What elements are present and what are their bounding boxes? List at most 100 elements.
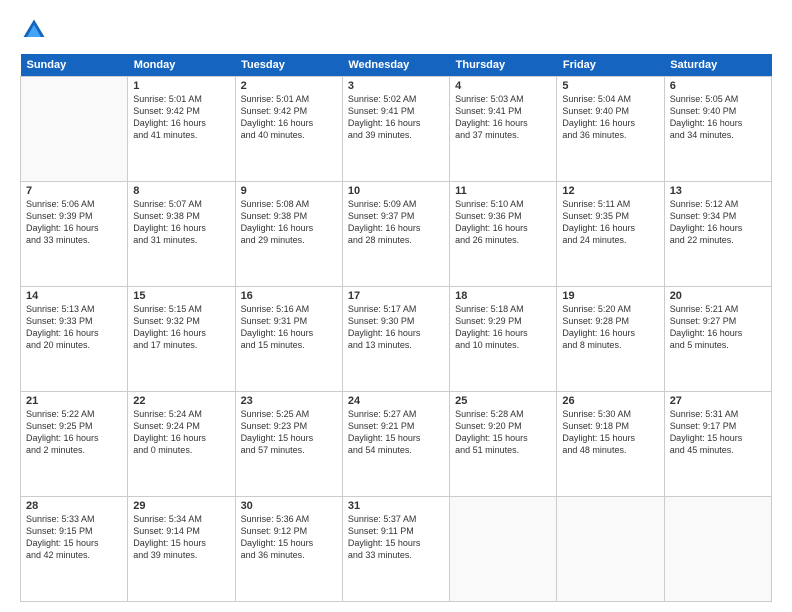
day-info: Sunrise: 5:28 AM Sunset: 9:20 PM Dayligh… bbox=[455, 408, 551, 457]
day-number: 24 bbox=[348, 395, 444, 407]
calendar-cell: 20Sunrise: 5:21 AM Sunset: 9:27 PM Dayli… bbox=[664, 287, 771, 392]
day-info: Sunrise: 5:01 AM Sunset: 9:42 PM Dayligh… bbox=[241, 93, 337, 142]
calendar-cell bbox=[664, 497, 771, 602]
day-info: Sunrise: 5:36 AM Sunset: 9:12 PM Dayligh… bbox=[241, 513, 337, 562]
day-number: 4 bbox=[455, 80, 551, 92]
calendar-cell: 8Sunrise: 5:07 AM Sunset: 9:38 PM Daylig… bbox=[128, 182, 235, 287]
day-info: Sunrise: 5:12 AM Sunset: 9:34 PM Dayligh… bbox=[670, 198, 766, 247]
calendar-header-friday: Friday bbox=[557, 54, 664, 77]
day-info: Sunrise: 5:10 AM Sunset: 9:36 PM Dayligh… bbox=[455, 198, 551, 247]
day-info: Sunrise: 5:24 AM Sunset: 9:24 PM Dayligh… bbox=[133, 408, 229, 457]
calendar-cell: 2Sunrise: 5:01 AM Sunset: 9:42 PM Daylig… bbox=[235, 77, 342, 182]
day-number: 3 bbox=[348, 80, 444, 92]
day-info: Sunrise: 5:16 AM Sunset: 9:31 PM Dayligh… bbox=[241, 303, 337, 352]
day-info: Sunrise: 5:11 AM Sunset: 9:35 PM Dayligh… bbox=[562, 198, 658, 247]
day-number: 25 bbox=[455, 395, 551, 407]
calendar-cell: 27Sunrise: 5:31 AM Sunset: 9:17 PM Dayli… bbox=[664, 392, 771, 497]
day-number: 2 bbox=[241, 80, 337, 92]
day-number: 9 bbox=[241, 185, 337, 197]
calendar-cell: 9Sunrise: 5:08 AM Sunset: 9:38 PM Daylig… bbox=[235, 182, 342, 287]
day-number: 14 bbox=[26, 290, 122, 302]
day-info: Sunrise: 5:21 AM Sunset: 9:27 PM Dayligh… bbox=[670, 303, 766, 352]
page: SundayMondayTuesdayWednesdayThursdayFrid… bbox=[0, 0, 792, 612]
calendar-header-monday: Monday bbox=[128, 54, 235, 77]
calendar-header-thursday: Thursday bbox=[450, 54, 557, 77]
calendar-header-saturday: Saturday bbox=[664, 54, 771, 77]
calendar-cell: 30Sunrise: 5:36 AM Sunset: 9:12 PM Dayli… bbox=[235, 497, 342, 602]
day-number: 12 bbox=[562, 185, 658, 197]
day-number: 8 bbox=[133, 185, 229, 197]
calendar-cell: 3Sunrise: 5:02 AM Sunset: 9:41 PM Daylig… bbox=[342, 77, 449, 182]
day-number: 13 bbox=[670, 185, 766, 197]
day-number: 19 bbox=[562, 290, 658, 302]
logo bbox=[20, 16, 52, 44]
day-number: 17 bbox=[348, 290, 444, 302]
calendar-cell: 14Sunrise: 5:13 AM Sunset: 9:33 PM Dayli… bbox=[21, 287, 128, 392]
day-number: 20 bbox=[670, 290, 766, 302]
calendar-cell: 18Sunrise: 5:18 AM Sunset: 9:29 PM Dayli… bbox=[450, 287, 557, 392]
day-number: 22 bbox=[133, 395, 229, 407]
day-number: 30 bbox=[241, 500, 337, 512]
header bbox=[20, 16, 772, 44]
day-info: Sunrise: 5:08 AM Sunset: 9:38 PM Dayligh… bbox=[241, 198, 337, 247]
calendar-week-2: 7Sunrise: 5:06 AM Sunset: 9:39 PM Daylig… bbox=[21, 182, 772, 287]
calendar-cell bbox=[21, 77, 128, 182]
day-number: 11 bbox=[455, 185, 551, 197]
day-number: 16 bbox=[241, 290, 337, 302]
day-number: 5 bbox=[562, 80, 658, 92]
calendar-cell: 7Sunrise: 5:06 AM Sunset: 9:39 PM Daylig… bbox=[21, 182, 128, 287]
day-info: Sunrise: 5:15 AM Sunset: 9:32 PM Dayligh… bbox=[133, 303, 229, 352]
calendar-week-3: 14Sunrise: 5:13 AM Sunset: 9:33 PM Dayli… bbox=[21, 287, 772, 392]
day-info: Sunrise: 5:37 AM Sunset: 9:11 PM Dayligh… bbox=[348, 513, 444, 562]
day-info: Sunrise: 5:01 AM Sunset: 9:42 PM Dayligh… bbox=[133, 93, 229, 142]
calendar-cell: 12Sunrise: 5:11 AM Sunset: 9:35 PM Dayli… bbox=[557, 182, 664, 287]
day-info: Sunrise: 5:31 AM Sunset: 9:17 PM Dayligh… bbox=[670, 408, 766, 457]
calendar-cell: 16Sunrise: 5:16 AM Sunset: 9:31 PM Dayli… bbox=[235, 287, 342, 392]
calendar-cell: 29Sunrise: 5:34 AM Sunset: 9:14 PM Dayli… bbox=[128, 497, 235, 602]
day-number: 26 bbox=[562, 395, 658, 407]
calendar-cell: 22Sunrise: 5:24 AM Sunset: 9:24 PM Dayli… bbox=[128, 392, 235, 497]
day-number: 28 bbox=[26, 500, 122, 512]
day-number: 29 bbox=[133, 500, 229, 512]
calendar-cell: 19Sunrise: 5:20 AM Sunset: 9:28 PM Dayli… bbox=[557, 287, 664, 392]
day-info: Sunrise: 5:20 AM Sunset: 9:28 PM Dayligh… bbox=[562, 303, 658, 352]
day-info: Sunrise: 5:04 AM Sunset: 9:40 PM Dayligh… bbox=[562, 93, 658, 142]
calendar-cell: 15Sunrise: 5:15 AM Sunset: 9:32 PM Dayli… bbox=[128, 287, 235, 392]
day-number: 18 bbox=[455, 290, 551, 302]
calendar: SundayMondayTuesdayWednesdayThursdayFrid… bbox=[20, 54, 772, 602]
calendar-cell: 5Sunrise: 5:04 AM Sunset: 9:40 PM Daylig… bbox=[557, 77, 664, 182]
day-info: Sunrise: 5:27 AM Sunset: 9:21 PM Dayligh… bbox=[348, 408, 444, 457]
calendar-cell: 25Sunrise: 5:28 AM Sunset: 9:20 PM Dayli… bbox=[450, 392, 557, 497]
day-info: Sunrise: 5:06 AM Sunset: 9:39 PM Dayligh… bbox=[26, 198, 122, 247]
day-number: 10 bbox=[348, 185, 444, 197]
calendar-cell: 17Sunrise: 5:17 AM Sunset: 9:30 PM Dayli… bbox=[342, 287, 449, 392]
day-number: 23 bbox=[241, 395, 337, 407]
calendar-cell bbox=[557, 497, 664, 602]
day-info: Sunrise: 5:34 AM Sunset: 9:14 PM Dayligh… bbox=[133, 513, 229, 562]
day-number: 27 bbox=[670, 395, 766, 407]
calendar-week-5: 28Sunrise: 5:33 AM Sunset: 9:15 PM Dayli… bbox=[21, 497, 772, 602]
calendar-cell: 21Sunrise: 5:22 AM Sunset: 9:25 PM Dayli… bbox=[21, 392, 128, 497]
calendar-cell: 11Sunrise: 5:10 AM Sunset: 9:36 PM Dayli… bbox=[450, 182, 557, 287]
day-info: Sunrise: 5:17 AM Sunset: 9:30 PM Dayligh… bbox=[348, 303, 444, 352]
day-info: Sunrise: 5:03 AM Sunset: 9:41 PM Dayligh… bbox=[455, 93, 551, 142]
day-number: 31 bbox=[348, 500, 444, 512]
day-info: Sunrise: 5:09 AM Sunset: 9:37 PM Dayligh… bbox=[348, 198, 444, 247]
calendar-header-wednesday: Wednesday bbox=[342, 54, 449, 77]
calendar-cell: 10Sunrise: 5:09 AM Sunset: 9:37 PM Dayli… bbox=[342, 182, 449, 287]
calendar-cell: 6Sunrise: 5:05 AM Sunset: 9:40 PM Daylig… bbox=[664, 77, 771, 182]
day-info: Sunrise: 5:07 AM Sunset: 9:38 PM Dayligh… bbox=[133, 198, 229, 247]
calendar-cell: 23Sunrise: 5:25 AM Sunset: 9:23 PM Dayli… bbox=[235, 392, 342, 497]
calendar-cell: 28Sunrise: 5:33 AM Sunset: 9:15 PM Dayli… bbox=[21, 497, 128, 602]
calendar-header-sunday: Sunday bbox=[21, 54, 128, 77]
day-number: 7 bbox=[26, 185, 122, 197]
day-info: Sunrise: 5:05 AM Sunset: 9:40 PM Dayligh… bbox=[670, 93, 766, 142]
calendar-cell: 31Sunrise: 5:37 AM Sunset: 9:11 PM Dayli… bbox=[342, 497, 449, 602]
calendar-header-row: SundayMondayTuesdayWednesdayThursdayFrid… bbox=[21, 54, 772, 77]
day-info: Sunrise: 5:25 AM Sunset: 9:23 PM Dayligh… bbox=[241, 408, 337, 457]
day-info: Sunrise: 5:22 AM Sunset: 9:25 PM Dayligh… bbox=[26, 408, 122, 457]
calendar-cell: 4Sunrise: 5:03 AM Sunset: 9:41 PM Daylig… bbox=[450, 77, 557, 182]
day-info: Sunrise: 5:33 AM Sunset: 9:15 PM Dayligh… bbox=[26, 513, 122, 562]
day-info: Sunrise: 5:13 AM Sunset: 9:33 PM Dayligh… bbox=[26, 303, 122, 352]
calendar-cell: 24Sunrise: 5:27 AM Sunset: 9:21 PM Dayli… bbox=[342, 392, 449, 497]
